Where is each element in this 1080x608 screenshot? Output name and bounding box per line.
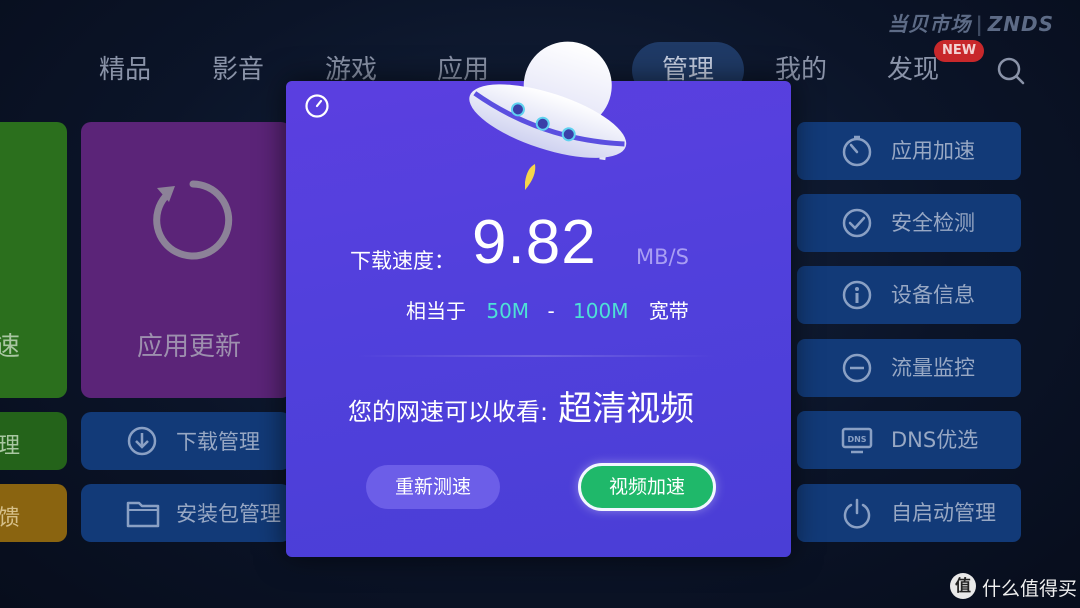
dns-optimize-label: DNS优选 (891, 428, 979, 452)
download-speed-unit: MB/S (636, 245, 689, 269)
autostart-manage-label: 自启动管理 (891, 501, 996, 525)
video-accelerate-button[interactable]: 视频加速 (578, 463, 716, 511)
folder-icon (126, 501, 160, 528)
speedometer-icon (842, 135, 872, 167)
watermark-icon: 值 (950, 573, 976, 599)
brand-logo-text: ZNDS (987, 12, 1054, 36)
check-circle-icon (842, 208, 872, 238)
dns-optimize-button[interactable]: DNS DNS优选 (797, 411, 1021, 469)
equiv-prefix: 相当于 (406, 299, 466, 323)
nav-item-media[interactable]: 影音 (205, 42, 271, 98)
package-manage-button[interactable]: 安装包管理 (81, 484, 291, 542)
autostart-manage-button[interactable]: 自启动管理 (797, 484, 1021, 542)
tile-app-update[interactable]: 应用更新 (81, 122, 291, 398)
brand-name: 当贝市场 (887, 12, 972, 36)
tile-feedback-partial-label: 馈 (0, 506, 21, 531)
tile-feedback-partial[interactable]: 馈 (0, 484, 67, 542)
download-icon (127, 426, 157, 456)
tile-manage-partial-label: 理 (0, 434, 21, 459)
equiv-high: 100M (573, 299, 629, 323)
tile-speed-partial[interactable]: 速 (0, 122, 67, 398)
download-manage-label: 下载管理 (176, 430, 260, 454)
svg-text:DNS: DNS (847, 435, 866, 444)
watch-prefix: 您的网速可以收看: (348, 398, 549, 426)
bandwidth-equivalent: 相当于 50M - 100M 宽带 (406, 295, 689, 324)
package-manage-label: 安装包管理 (176, 502, 281, 526)
refresh-icon (153, 180, 233, 260)
brand-logo: 当贝市场 | ZNDS (887, 12, 1054, 36)
minus-circle-icon (842, 353, 872, 383)
dns-icon: DNS (841, 427, 873, 454)
app-accelerate-label: 应用加速 (891, 139, 975, 163)
gauge-icon (305, 94, 329, 118)
equiv-dash: - (547, 299, 555, 323)
security-check-button[interactable]: 安全检测 (797, 194, 1021, 252)
download-speed-value: 9.82 (472, 208, 597, 277)
new-badge: NEW (934, 40, 985, 62)
download-manage-button[interactable]: 下载管理 (81, 412, 291, 470)
watermark-text: 什么值得买 (982, 578, 1078, 600)
tile-speed-label: 速 (0, 332, 21, 362)
device-info-button[interactable]: 设备信息 (797, 266, 1021, 324)
info-icon (842, 280, 872, 310)
download-speed-label: 下载速度： (350, 249, 455, 273)
security-check-label: 安全检测 (891, 211, 975, 235)
power-icon (843, 498, 871, 529)
equiv-suffix: 宽带 (648, 299, 689, 323)
app-accelerate-button[interactable]: 应用加速 (797, 122, 1021, 180)
tile-manage-partial[interactable]: 理 (0, 412, 67, 470)
ufo-illustration (469, 41, 627, 190)
traffic-monitor-button[interactable]: 流量监控 (797, 339, 1021, 397)
retest-button[interactable]: 重新测速 (366, 465, 500, 509)
watch-quality-line: 您的网速可以收看: 超清视频 (348, 381, 694, 430)
tile-app-update-label: 应用更新 (137, 332, 242, 362)
search-icon[interactable] (996, 56, 1026, 86)
equiv-low: 50M (486, 299, 530, 323)
divider (356, 355, 716, 357)
nav-item-featured[interactable]: 精品 (92, 42, 158, 98)
device-info-label: 设备信息 (891, 283, 975, 307)
watch-quality: 超清视频 (558, 389, 695, 429)
traffic-monitor-label: 流量监控 (891, 356, 975, 380)
